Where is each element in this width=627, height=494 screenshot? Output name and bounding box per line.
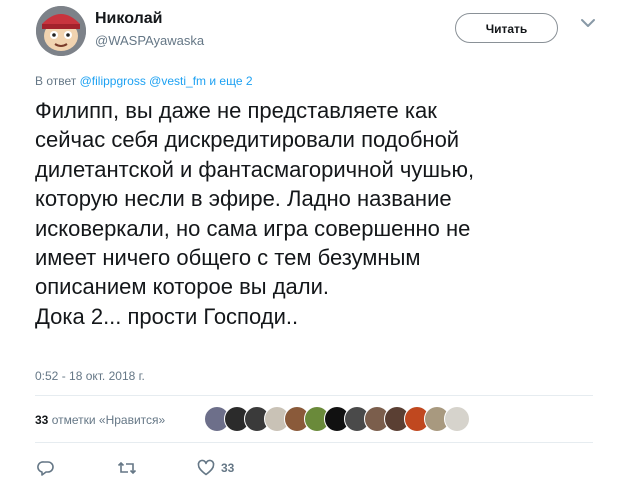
retweet-icon [117, 461, 137, 475]
more-mentions-link[interactable]: и еще 2 [209, 74, 252, 88]
likes-summary[interactable]: 33 отметки «Нравится» [35, 413, 165, 427]
author-handle[interactable]: @WASPAyawaska [95, 33, 204, 48]
divider [35, 395, 593, 396]
avatar[interactable] [36, 6, 86, 56]
tweet-timestamp[interactable]: 0:52 - 18 окт. 2018 г. [35, 369, 145, 383]
avatar-image [36, 6, 86, 56]
tweet-text: Филипп, вы даже не представляете как сей… [35, 98, 475, 329]
reply-prefix: В ответ [35, 74, 77, 88]
author-name[interactable]: Николай [95, 10, 162, 28]
mention-link[interactable]: @filippgross [80, 74, 146, 88]
mention-link[interactable]: @vesti_fm [149, 74, 206, 88]
reply-context: В ответ @filippgross @vesti_fm и еще 2 [35, 74, 253, 88]
chevron-down-icon[interactable] [579, 16, 597, 30]
reply-button[interactable] [37, 458, 55, 478]
retweet-button[interactable] [117, 458, 137, 478]
likes-label: отметки «Нравится» [51, 413, 166, 427]
reply-icon [37, 461, 54, 476]
like-button[interactable]: 33 [197, 458, 234, 478]
follow-button[interactable]: Читать [455, 13, 558, 43]
like-count: 33 [221, 461, 235, 475]
likes-count: 33 [35, 413, 49, 427]
divider [35, 442, 593, 443]
liker-avatar[interactable] [444, 406, 470, 432]
heart-icon [197, 459, 215, 476]
